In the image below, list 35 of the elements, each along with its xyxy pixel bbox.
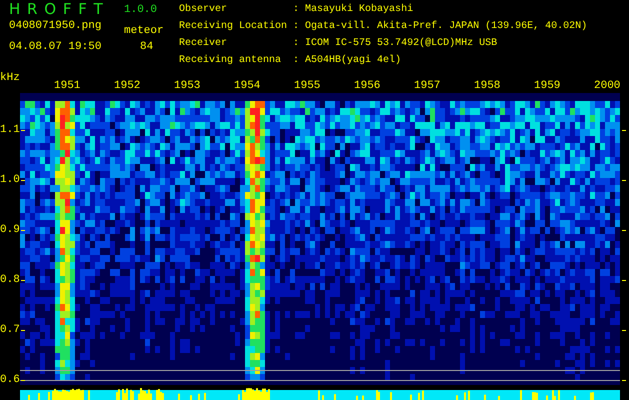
info-label: Observer xyxy=(179,4,228,17)
info-value: ICOM IC-575 53.7492(@LCD)MHz USB xyxy=(305,38,498,51)
x-tick-label: 1957 xyxy=(413,81,442,92)
info-label: Receiver xyxy=(179,38,228,51)
x-tick-label: 1958 xyxy=(473,81,502,92)
info-value: Masayuki Kobayashi xyxy=(305,4,414,17)
y-tick-label: 0.9 xyxy=(0,224,20,236)
timestamp: 04.08.07 19:50 xyxy=(9,41,102,53)
app-title: H R O F F T xyxy=(9,1,104,17)
meteor-label: meteor xyxy=(124,25,164,37)
info-separator: : xyxy=(293,4,300,17)
meteor-count: 84 xyxy=(140,41,154,53)
axis-unit: kHz xyxy=(0,72,20,84)
info-separator: : xyxy=(293,21,300,34)
file-name: 0408071950.png xyxy=(9,20,102,32)
app-version: 1.0.0 xyxy=(124,4,158,16)
x-tick-label: 1959 xyxy=(533,81,562,92)
info-separator: : xyxy=(293,38,300,51)
info-value: A504HB(yagi 4el) xyxy=(305,55,402,68)
y-tick-label: 1.1 xyxy=(0,124,20,136)
x-tick-label: 1954 xyxy=(233,81,262,92)
x-tick-label: 1953 xyxy=(173,81,202,92)
y-tick-label: 0.8 xyxy=(0,274,20,286)
x-tick-label: 2000 xyxy=(593,81,622,92)
x-tick-label: 1952 xyxy=(113,81,142,92)
info-value: Ogata-vill. Akita-Pref. JAPAN (139.96E, 40.02N) xyxy=(305,21,588,34)
info-label: Receiving Location xyxy=(179,21,288,34)
x-tick-label: 1951 xyxy=(53,81,82,92)
x-tick-label: 1956 xyxy=(353,81,382,92)
info-separator: : xyxy=(293,55,300,68)
y-tick-label: 0.6 xyxy=(0,374,20,386)
y-tick-label: 0.7 xyxy=(0,324,20,336)
x-tick-label: 1955 xyxy=(293,81,322,92)
info-label: Receiving antenna xyxy=(179,55,282,68)
y-tick-label: 1.0 xyxy=(0,174,20,186)
